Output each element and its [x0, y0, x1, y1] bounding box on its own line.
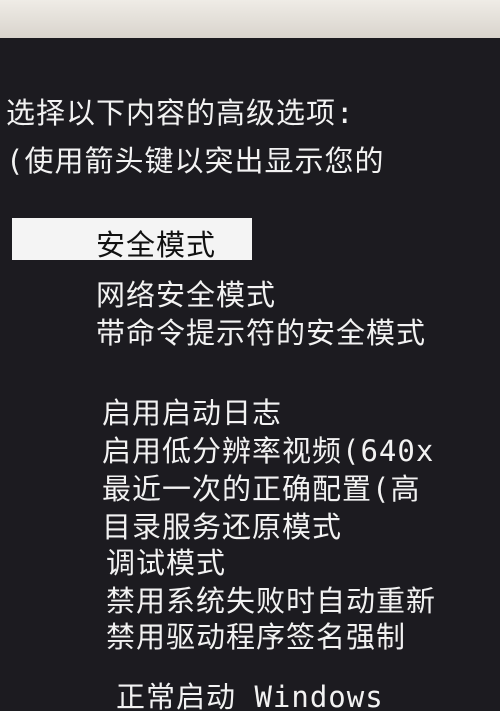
menu-item-start-windows-normally[interactable]: 正常启动 Windows — [116, 674, 384, 711]
instruction-title: 选择以下内容的高级选项: — [6, 96, 355, 130]
menu-item-last-known-good[interactable]: 最近一次的正确配置(高 — [102, 466, 420, 508]
monitor-bezel — [0, 0, 500, 38]
menu-item-safe-mode-cmd[interactable]: 带命令提示符的安全模式 — [96, 310, 426, 352]
menu-item-debug-mode[interactable]: 调试模式 — [106, 540, 226, 582]
menu-item-low-res-video[interactable]: 启用低分辨率视频(640x — [102, 428, 434, 470]
boot-options-screen: 选择以下内容的高级选项: (使用箭头键以突出显示您的 安全模式 网络安全模式 带… — [0, 38, 500, 711]
menu-item-enable-boot-logging[interactable]: 启用启动日志 — [102, 390, 282, 432]
menu-item-safe-mode-networking[interactable]: 网络安全模式 — [96, 272, 276, 314]
menu-item-safe-mode[interactable]: 安全模式 — [96, 222, 216, 264]
instruction-subtitle: (使用箭头键以突出显示您的 — [6, 144, 385, 178]
menu-item-disable-driver-signing[interactable]: 禁用驱动程序签名强制 — [106, 614, 406, 656]
